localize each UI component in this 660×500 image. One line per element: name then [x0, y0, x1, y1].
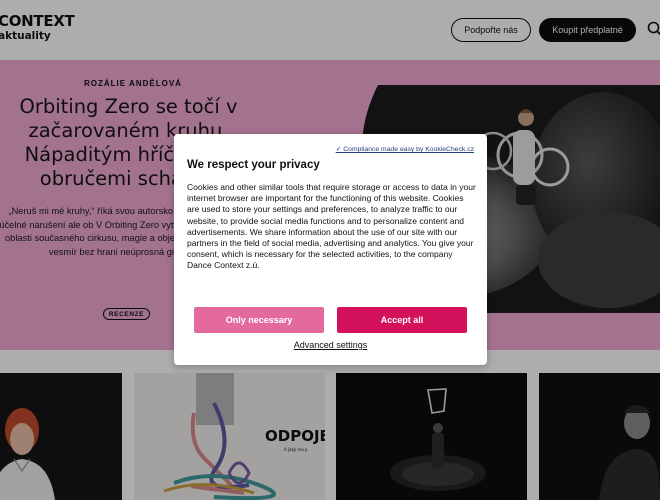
- only-necessary-button[interactable]: Only necessary: [194, 307, 324, 333]
- dialog-title: We respect your privacy: [187, 159, 320, 171]
- dialog-body: Cookies and other similar tools that req…: [187, 182, 476, 271]
- advanced-settings-link[interactable]: Advanced settings: [294, 340, 368, 350]
- advanced-settings-row: Advanced settings: [174, 340, 487, 350]
- cookie-consent-dialog: ✓ Compliance made easy by KookieCheck.cz…: [174, 134, 487, 365]
- accept-all-button[interactable]: Accept all: [337, 307, 467, 333]
- compliance-link[interactable]: ✓ Compliance made easy by KookieCheck.cz: [336, 145, 474, 153]
